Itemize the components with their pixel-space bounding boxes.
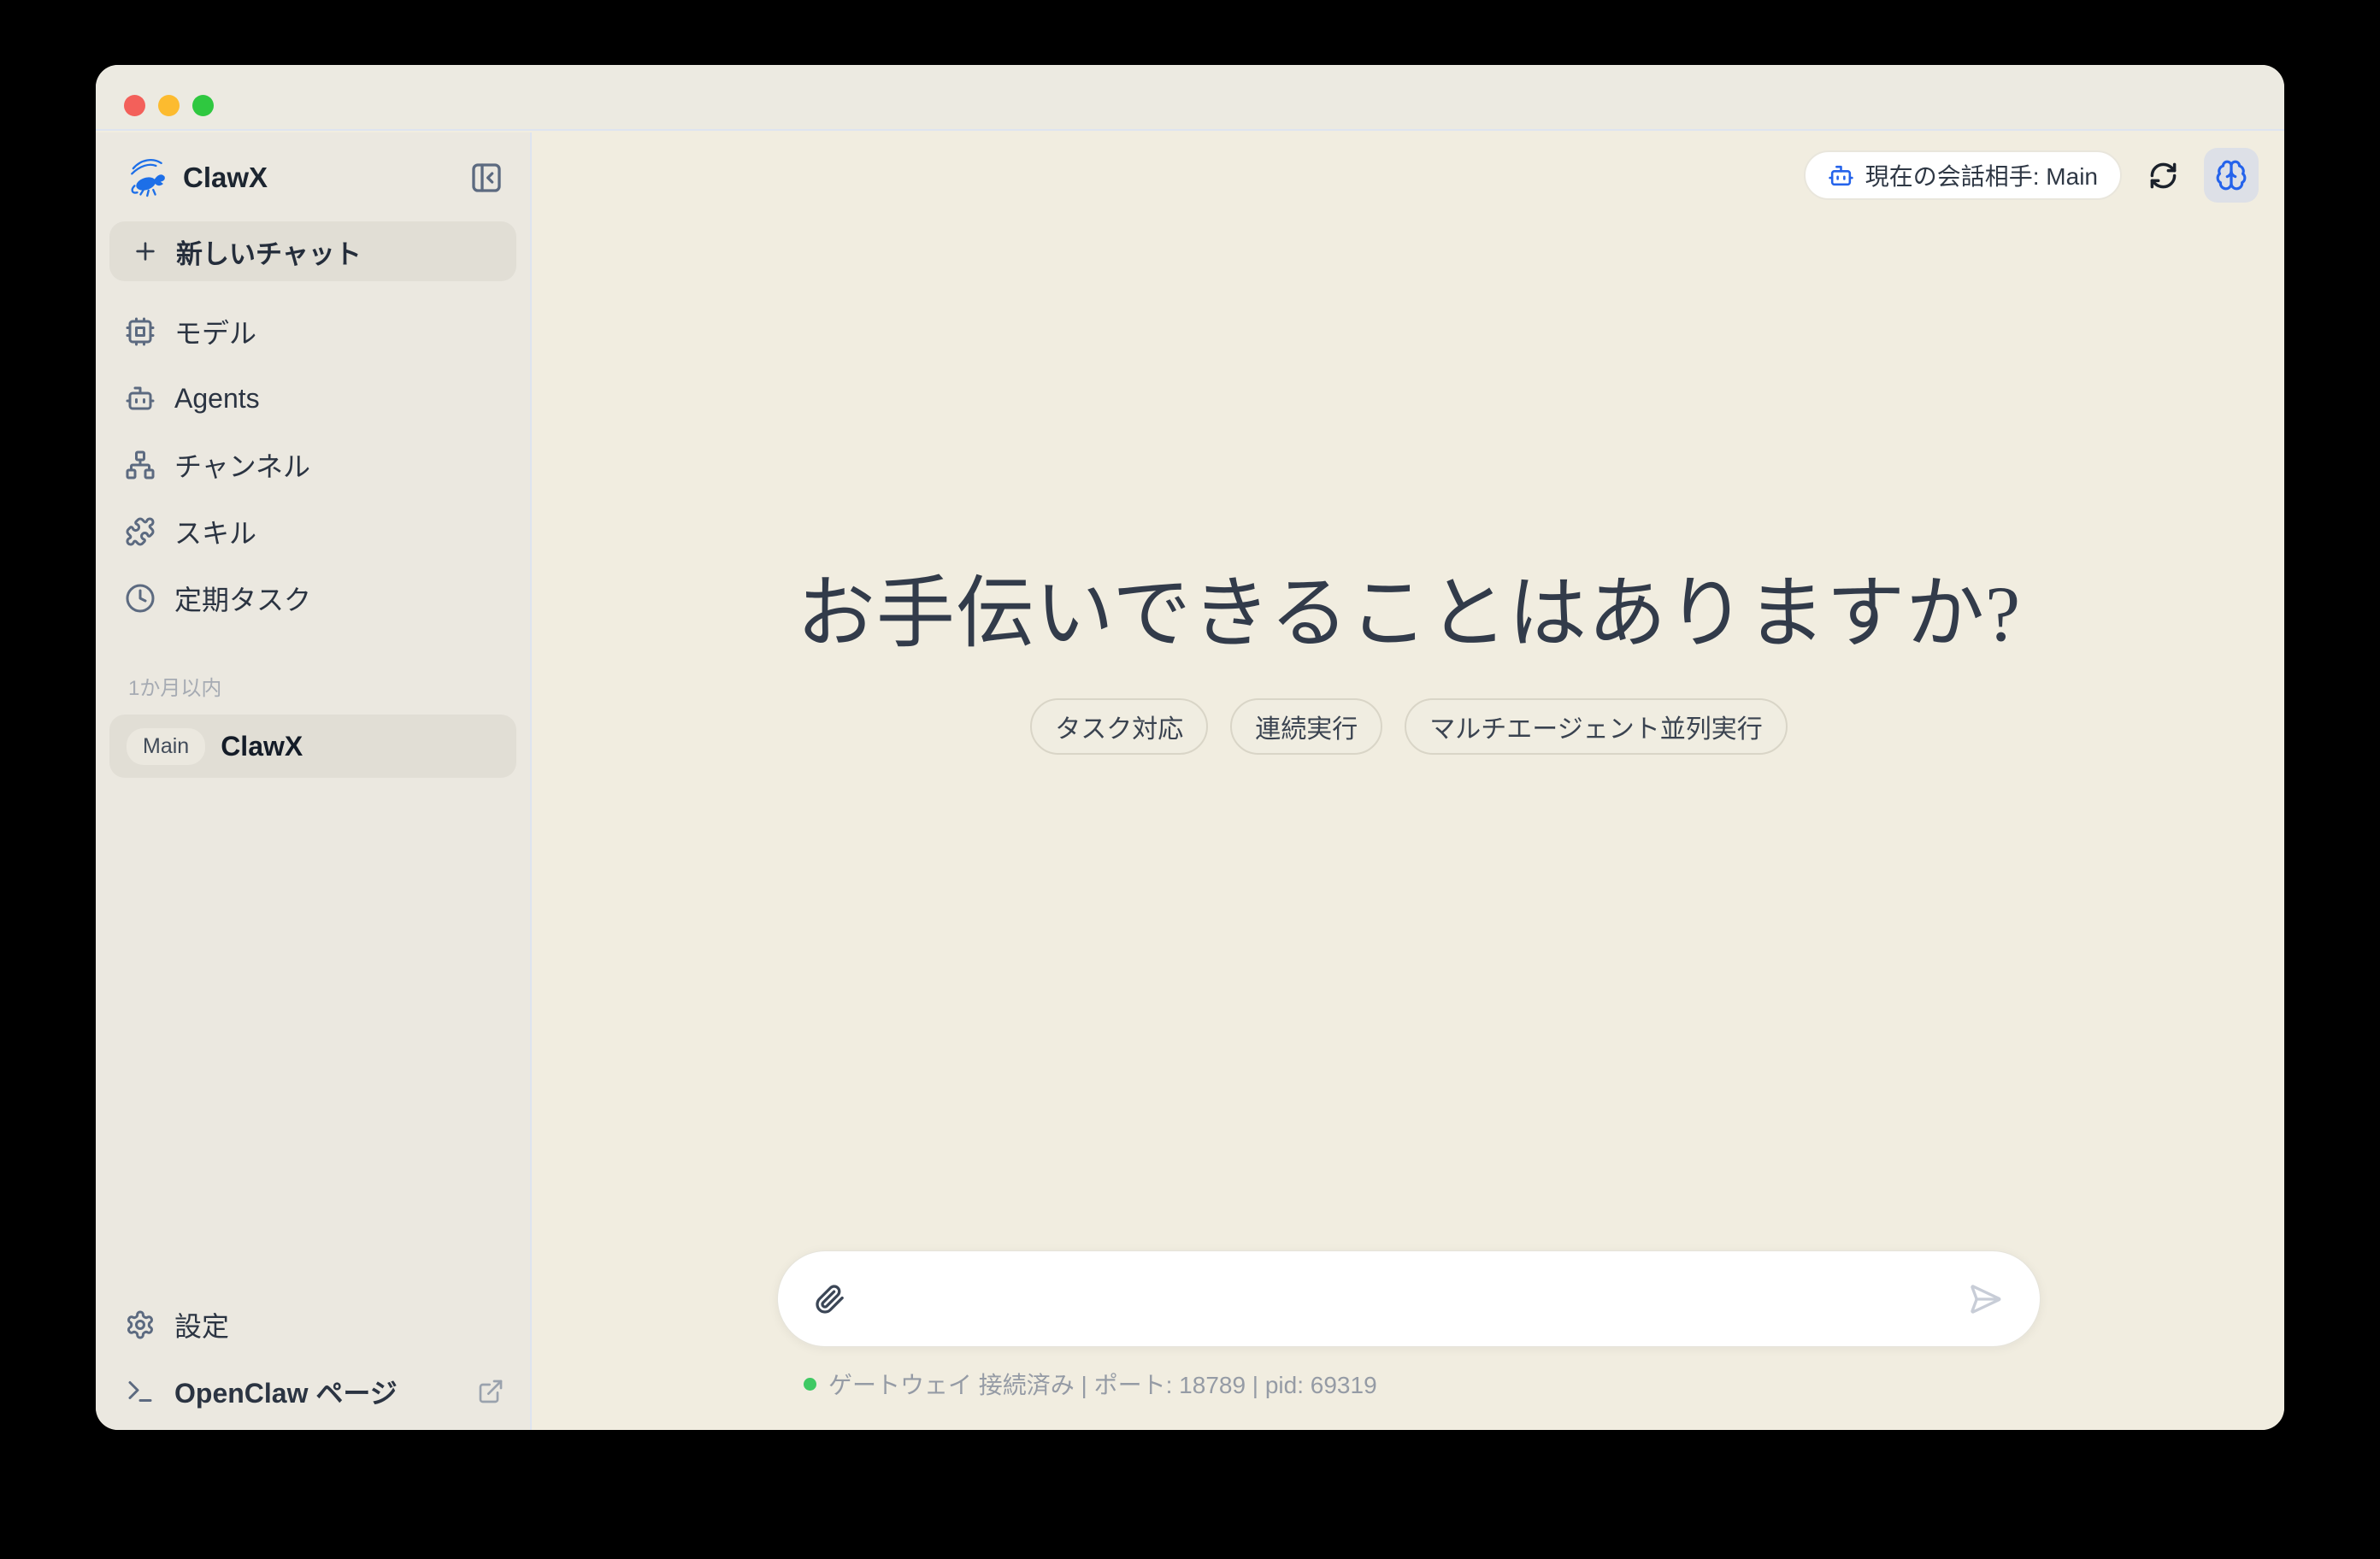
network-icon: [125, 450, 156, 480]
sidebar-item-label: 設定: [174, 1305, 229, 1344]
conversation-badge: Main: [127, 728, 205, 765]
conversation-item[interactable]: Main ClawX: [109, 715, 516, 778]
sidebar-footer: 設定 OpenClaw ページ: [96, 1291, 530, 1430]
refresh-button[interactable]: [2144, 156, 2182, 194]
current-conversation-pill[interactable]: 現在の会話相手: Main: [1804, 150, 2122, 200]
traffic-lights: [124, 95, 214, 116]
main-area: 現在の会話相手: Main お手伝いできることはありますか? タスク対応 連続実…: [533, 132, 2284, 1430]
chip-multi-agent-parallel[interactable]: マルチエージェント並列実行: [1405, 698, 1787, 755]
new-chat-button[interactable]: 新しいチャット: [109, 221, 516, 281]
sidebar-collapse-button[interactable]: [468, 160, 504, 196]
sidebar-item-models[interactable]: モデル: [96, 298, 530, 365]
chip-task-support[interactable]: タスク対応: [1030, 698, 1208, 755]
terminal-icon: [125, 1376, 156, 1407]
sidebar-item-label: スキル: [174, 512, 256, 551]
titlebar: [96, 65, 2284, 131]
sidebar-item-agents[interactable]: Agents: [96, 365, 530, 432]
sidebar: ClawX 新しいチャット モデル: [96, 132, 532, 1430]
attach-button[interactable]: [814, 1283, 846, 1315]
brain-icon: [2215, 159, 2247, 191]
plus-icon: [132, 238, 159, 265]
sidebar-item-label: モデル: [174, 312, 256, 351]
sidebar-item-label: チャンネル: [174, 445, 310, 485]
bot-icon: [1828, 162, 1854, 189]
app-window: ClawX 新しいチャット モデル: [96, 65, 2284, 1430]
sidebar-item-scheduled-tasks[interactable]: 定期タスク: [96, 565, 530, 632]
external-link-icon: [477, 1378, 504, 1405]
history-section-label: 1か月以内: [128, 671, 530, 701]
current-conversation-label: 現在の会話相手: Main: [1865, 158, 2098, 192]
sidebar-header: ClawX: [125, 156, 504, 199]
minimize-button[interactable]: [158, 95, 180, 116]
refresh-icon: [2148, 161, 2178, 191]
status-bar: ゲートウェイ 接続済み | ポート: 18789 | pid: 69319: [804, 1367, 1377, 1401]
bot-icon: [125, 383, 156, 414]
sidebar-item-channels[interactable]: チャンネル: [96, 432, 530, 498]
message-input[interactable]: [867, 1274, 1946, 1325]
clock-icon: [125, 583, 156, 614]
sidebar-item-label: Agents: [174, 383, 260, 415]
sidebar-item-settings[interactable]: 設定: [96, 1291, 530, 1358]
sidebar-item-skills[interactable]: スキル: [96, 498, 530, 565]
cpu-icon: [125, 316, 156, 347]
sidebar-item-label: OpenClaw ページ: [174, 1372, 398, 1411]
close-button[interactable]: [124, 95, 145, 116]
sidebar-nav: モデル Agents チャンネル スキル: [96, 298, 530, 632]
header-controls: 現在の会話相手: Main: [1804, 148, 2259, 203]
conversation-title: ClawX: [221, 731, 303, 762]
connection-status-dot: [804, 1378, 816, 1391]
panel-collapse-icon: [469, 161, 504, 195]
new-chat-label: 新しいチャット: [176, 232, 362, 271]
connection-status-text: ゲートウェイ 接続済み | ポート: 18789 | pid: 69319: [828, 1367, 1377, 1401]
composer: [777, 1250, 2041, 1347]
gear-icon: [125, 1309, 156, 1340]
paperclip-icon: [815, 1284, 845, 1315]
send-icon: [1968, 1282, 2002, 1316]
sidebar-item-label: 定期タスク: [174, 579, 311, 618]
puzzle-icon: [125, 516, 156, 547]
chip-continuous-run[interactable]: 連続実行: [1230, 698, 1382, 755]
suggestion-chips: タスク対応 連続実行 マルチエージェント並列実行: [533, 698, 2284, 755]
lobster-logo-icon: [125, 156, 171, 199]
send-button[interactable]: [1966, 1280, 2004, 1318]
zoom-button[interactable]: [192, 95, 214, 116]
app-title: ClawX: [183, 162, 468, 194]
hero-heading: お手伝いできることはありますか?: [533, 550, 2284, 663]
brain-button[interactable]: [2204, 148, 2259, 203]
sidebar-item-openclaw-page[interactable]: OpenClaw ページ: [96, 1358, 530, 1425]
